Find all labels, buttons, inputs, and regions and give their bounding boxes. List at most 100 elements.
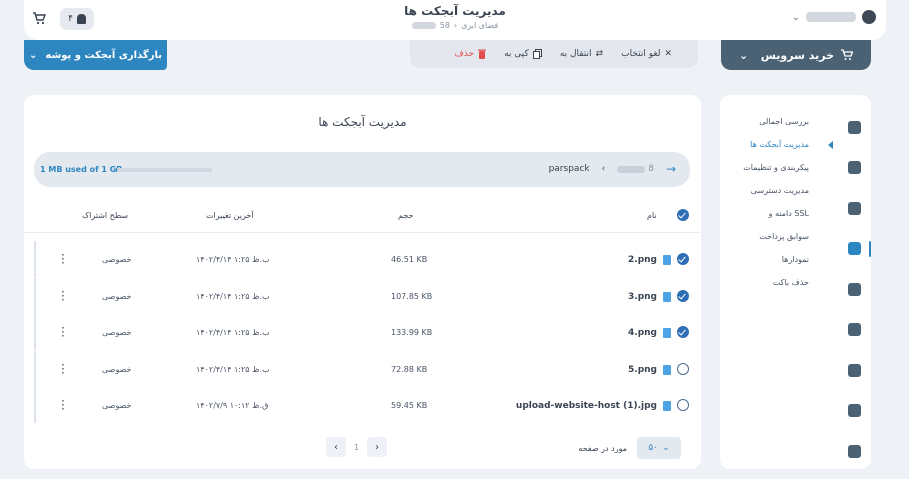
sidebar-item[interactable]: پیکربندی و تنظیمات — [720, 156, 825, 179]
per-page-select[interactable]: ۵۰ ⌄ — [637, 437, 681, 459]
path-segment-blurred — [617, 165, 646, 173]
table-row[interactable]: · · · خصوصی ۱۴۰۲/۴/۱۴ ۱:۲۵ ب.ظ 133.99 KB 4.png — [34, 314, 701, 350]
sidebar-item[interactable]: دامنه و SSL — [720, 202, 825, 225]
objects-panel: مدیریت آبجکت ها 1 MB used of 1 GB parspa… — [24, 95, 701, 469]
buy-service-button[interactable]: ⌄ خرید سرویس — [721, 40, 871, 70]
path-navigation: parspack ‹ 8 → — [549, 162, 676, 176]
row-checkbox[interactable] — [677, 399, 689, 411]
cloud-icon[interactable] — [842, 310, 866, 351]
sidebar-item[interactable]: مدیریت آبجکت ها — [720, 133, 833, 156]
table-row[interactable]: · · · خصوصی ۱۴۰۲/۴/۱۴ ۱:۲۵ ب.ظ 107.85 KB 3.png — [34, 277, 701, 314]
document-icon[interactable] — [842, 350, 866, 391]
back-arrow-icon[interactable]: → — [666, 162, 676, 176]
delete-button[interactable]: حذف — [454, 49, 487, 59]
row-rail — [34, 387, 36, 423]
storage-icon-glyph — [847, 242, 861, 256]
more-options-icon[interactable]: · · · — [61, 249, 65, 269]
row-rail — [34, 241, 36, 277]
bucket-name[interactable]: parspack — [549, 164, 590, 174]
headset-icon[interactable] — [842, 391, 866, 432]
current-page[interactable]: 1 — [354, 443, 359, 452]
page-heading: مدیریت آبجکت ها 58 › فضای ابری — [24, 4, 886, 30]
sidebar-icon-rail — [842, 107, 871, 472]
server-icon[interactable] — [842, 188, 866, 229]
user-icon[interactable] — [842, 431, 866, 472]
move-to-button[interactable]: انتقال به ⇄ — [560, 49, 603, 59]
more-options-icon[interactable]: · · · — [61, 286, 65, 306]
cloud-icon-glyph — [847, 323, 861, 337]
row-checkbox[interactable] — [677, 326, 689, 338]
select-all-checkbox[interactable] — [677, 209, 689, 221]
chevron-down-icon: ⌄ — [29, 49, 38, 61]
sidebar-item[interactable]: مدیریت دسترسی — [720, 179, 825, 202]
upload-button[interactable]: ⌄ بارگذاری آبجکت و پوشه — [24, 40, 167, 70]
row-checkbox[interactable] — [677, 253, 689, 265]
cell-name[interactable]: 3.png — [628, 291, 671, 302]
prev-page-button[interactable]: ‹ — [326, 437, 346, 457]
headset-icon-glyph — [847, 404, 861, 418]
more-options-icon[interactable]: · · · — [61, 322, 65, 342]
row-rail — [34, 350, 36, 387]
top-header: ۴ مدیریت آبجکت ها 58 › فضای ابری ⌄ — [24, 0, 886, 40]
storage-usage-fill — [116, 168, 117, 172]
trash-icon — [478, 49, 487, 59]
file-name: upload-website-host (1).jpg — [515, 401, 657, 411]
row-checkbox[interactable] — [677, 289, 689, 302]
deselect-button[interactable]: لغو انتخاب ✕ — [621, 49, 672, 59]
user-menu[interactable]: ⌄ — [792, 10, 876, 24]
user-icon-glyph — [847, 444, 861, 458]
sidebar: بررسی اجمالی مدیریت آبجکت ها پیکربندی و تن… — [720, 95, 871, 469]
row-checkbox[interactable] — [677, 362, 689, 375]
selection-actions: حذف کپی به انتقال به ⇄ لغو انتخاب ✕ — [410, 40, 698, 68]
path-segment[interactable]: 8 — [617, 164, 654, 174]
sidebar-item[interactable]: نمودارها — [720, 248, 825, 271]
file-icon — [663, 291, 671, 302]
cell-name[interactable]: 2.png — [628, 255, 671, 265]
cart-plus-icon — [841, 49, 853, 60]
cell-access: خصوصی — [102, 328, 132, 337]
chevron-down-icon: ⌄ — [739, 48, 749, 62]
breadcrumb-separator: › — [453, 21, 458, 30]
sidebar-item[interactable]: سوابق پرداخت — [720, 225, 825, 248]
more-options-icon[interactable]: · · · — [61, 395, 65, 415]
chevron-down-icon: ⌄ — [662, 443, 670, 453]
cell-size: 59.45 KB — [391, 401, 428, 410]
breadcrumb-parent[interactable]: فضای ابری — [461, 21, 498, 30]
move-label: انتقال به — [559, 49, 592, 59]
table-row[interactable]: · · · خصوصی ۱۴۰۲/۴/۱۴ ۱:۲۵ ب.ظ 72.88 KB 5.png — [34, 350, 701, 387]
pagination: ‹ 1 › — [326, 437, 388, 457]
storage-icon[interactable] — [842, 229, 871, 270]
cell-access: خصوصی — [102, 255, 132, 264]
chevron-down-icon: ⌄ — [791, 11, 800, 23]
table-row[interactable]: · · · خصوصی ۱۴۰۲/۷/۹ ۱۰:۱۲ ق.ظ 59.45 KB upload… — [34, 387, 701, 423]
file-icon — [663, 328, 671, 338]
deselect-label: لغو انتخاب — [621, 49, 661, 59]
cell-name[interactable]: 5.png — [628, 364, 671, 375]
cell-name[interactable]: upload-website-host (1).jpg — [516, 401, 671, 411]
file-name: 5.png — [628, 364, 657, 375]
cell-modified: ۱۴۰۲/۴/۱۴ ۱:۲۵ ب.ظ — [196, 328, 270, 337]
cell-access: خصوصی — [102, 364, 132, 374]
more-options-icon[interactable]: · · · — [61, 359, 65, 379]
file-name: 2.png — [628, 255, 657, 265]
cell-name[interactable]: 4.png — [628, 328, 671, 338]
shield-icon[interactable] — [842, 269, 866, 310]
copy-to-button[interactable]: کپی به — [504, 49, 542, 59]
cell-modified: ۱۴۰۲/۴/۱۴ ۱:۲۵ ب.ظ — [196, 364, 270, 374]
delete-label: حذف — [454, 49, 475, 59]
cell-modified: ۱۴۰۲/۴/۱۴ ۱:۲۵ ب.ظ — [196, 255, 270, 264]
row-rail — [34, 277, 36, 314]
sidebar-item[interactable]: بررسی اجمالی — [720, 110, 825, 133]
next-page-button[interactable]: › — [367, 437, 388, 457]
sidebar-menu: بررسی اجمالی مدیریت آبجکت ها پیکربندی و تن… — [720, 110, 833, 294]
card-icon[interactable] — [842, 148, 866, 189]
page-title: مدیریت آبجکت ها — [404, 4, 506, 18]
path-bar: 1 MB used of 1 GB parspack ‹ 8 → — [34, 152, 690, 187]
dashboard-icon[interactable] — [842, 107, 866, 148]
table-row[interactable]: · · · خصوصی ۱۴۰۲/۴/۱۴ ۱:۲۵ ب.ظ 46.51 KB 2.png — [34, 241, 701, 277]
file-name: 4.png — [628, 328, 657, 338]
sidebar-item[interactable]: حذف باکت — [720, 271, 825, 294]
file-name: 3.png — [628, 291, 657, 302]
dashboard-icon-glyph — [847, 120, 861, 134]
buy-service-content: خرید سرویس — [761, 49, 853, 62]
